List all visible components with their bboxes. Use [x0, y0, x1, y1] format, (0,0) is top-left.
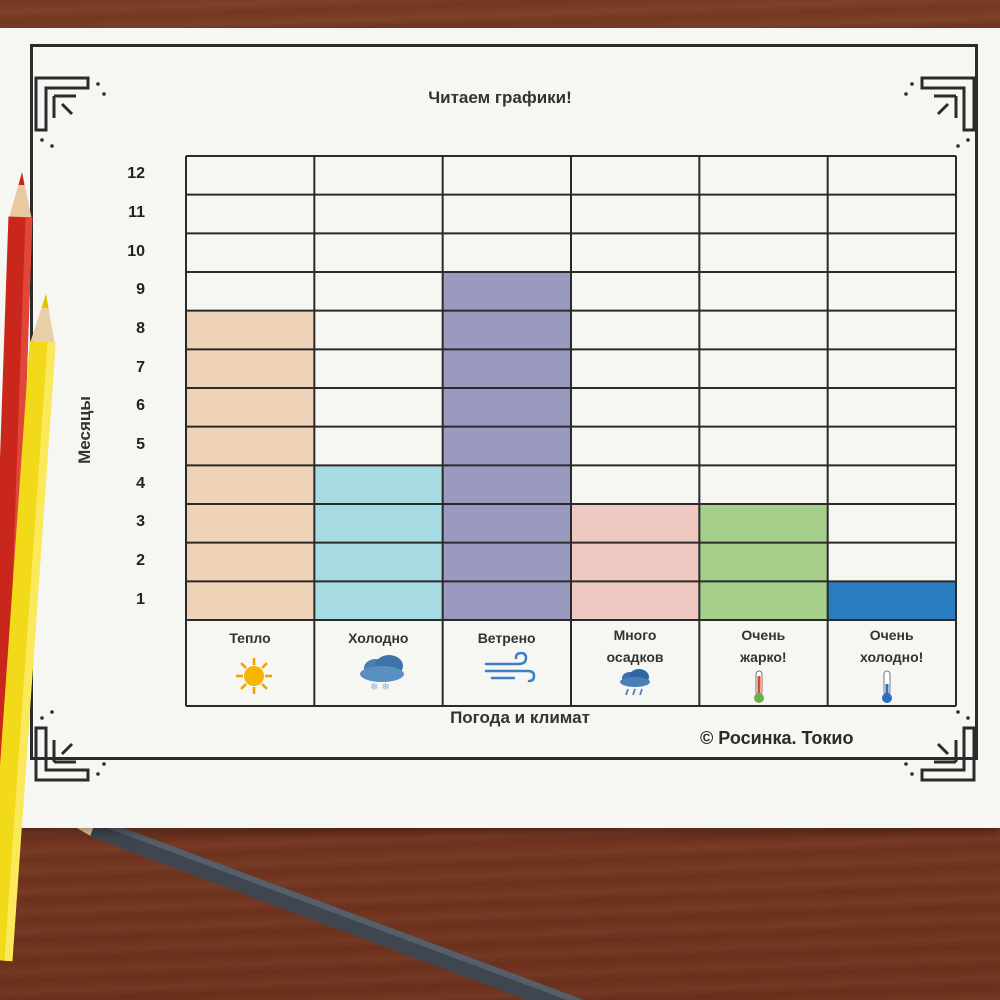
yellow-pencil [0, 294, 56, 962]
